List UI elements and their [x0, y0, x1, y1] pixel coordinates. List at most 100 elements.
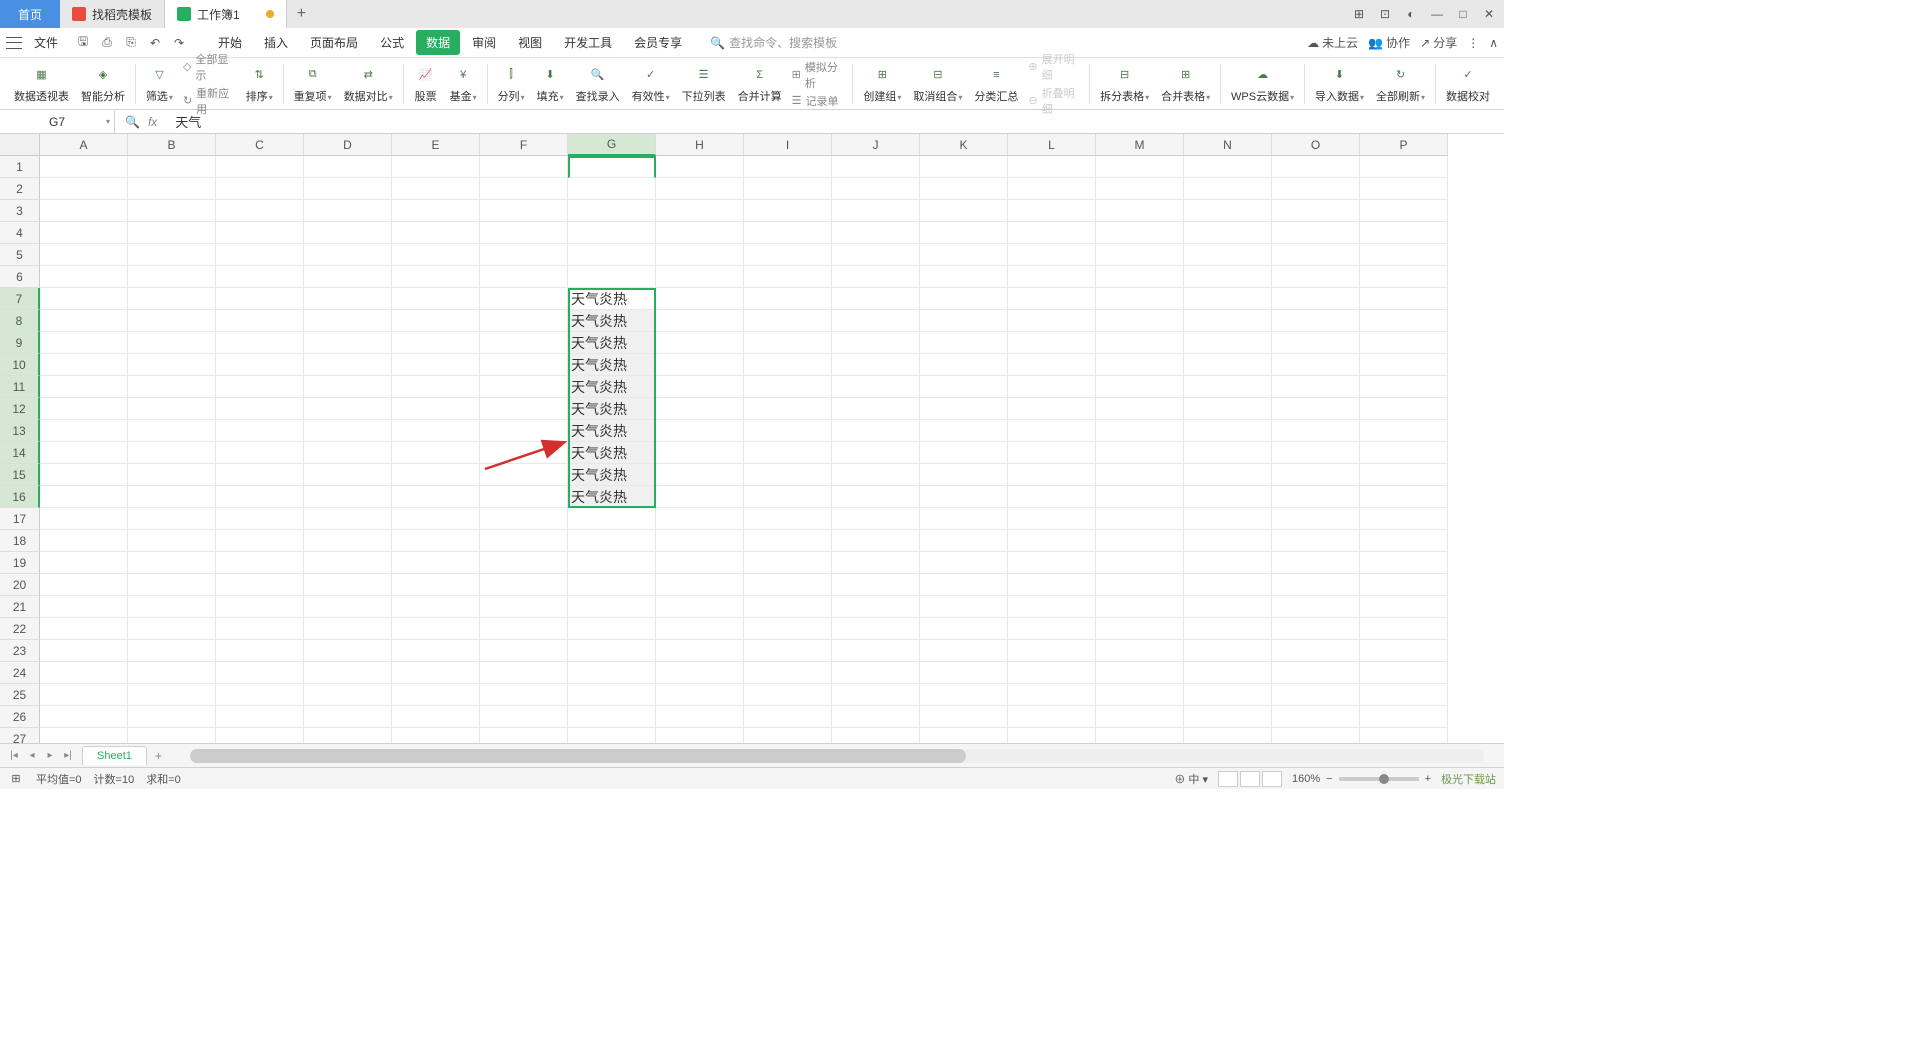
cell-E18[interactable]	[392, 530, 480, 552]
command-search[interactable]: 🔍 查找命令、搜索模板	[710, 34, 837, 51]
home-tab[interactable]: 首页	[0, 0, 60, 28]
cell-H14[interactable]	[656, 442, 744, 464]
cell-C15[interactable]	[216, 464, 304, 486]
cell-M10[interactable]	[1096, 354, 1184, 376]
cell-H27[interactable]	[656, 728, 744, 743]
col-header-P[interactable]: P	[1360, 134, 1448, 156]
tab-member[interactable]: 会员专享	[624, 30, 692, 55]
cell-I4[interactable]	[744, 222, 832, 244]
col-header-N[interactable]: N	[1184, 134, 1272, 156]
cell-A13[interactable]	[40, 420, 128, 442]
cell-P21[interactable]	[1360, 596, 1448, 618]
row-header-23[interactable]: 23	[0, 640, 40, 662]
cell-F8[interactable]	[480, 310, 568, 332]
data-proof-button[interactable]: ✓数据校对	[1440, 60, 1496, 108]
cell-P18[interactable]	[1360, 530, 1448, 552]
row-header-25[interactable]: 25	[0, 684, 40, 706]
cell-I19[interactable]	[744, 552, 832, 574]
cell-P8[interactable]	[1360, 310, 1448, 332]
cell-K8[interactable]	[920, 310, 1008, 332]
cell-F27[interactable]	[480, 728, 568, 743]
cell-P20[interactable]	[1360, 574, 1448, 596]
cell-O15[interactable]	[1272, 464, 1360, 486]
cell-F20[interactable]	[480, 574, 568, 596]
cell-O20[interactable]	[1272, 574, 1360, 596]
cell-O3[interactable]	[1272, 200, 1360, 222]
cell-F21[interactable]	[480, 596, 568, 618]
row-header-11[interactable]: 11	[0, 376, 40, 398]
cell-H22[interactable]	[656, 618, 744, 640]
cell-A8[interactable]	[40, 310, 128, 332]
cell-F24[interactable]	[480, 662, 568, 684]
cell-B2[interactable]	[128, 178, 216, 200]
cell-G3[interactable]	[568, 200, 656, 222]
tab-view[interactable]: 视图	[508, 30, 552, 55]
cell-N27[interactable]	[1184, 728, 1272, 743]
cell-K18[interactable]	[920, 530, 1008, 552]
cell-K7[interactable]	[920, 288, 1008, 310]
cell-O1[interactable]	[1272, 156, 1360, 178]
cell-N10[interactable]	[1184, 354, 1272, 376]
maximize-button[interactable]: □	[1454, 5, 1472, 23]
cell-H12[interactable]	[656, 398, 744, 420]
cell-O16[interactable]	[1272, 486, 1360, 508]
cell-C24[interactable]	[216, 662, 304, 684]
cell-P17[interactable]	[1360, 508, 1448, 530]
layout2-icon[interactable]: ⊡	[1376, 5, 1394, 23]
cell-E10[interactable]	[392, 354, 480, 376]
cell-E23[interactable]	[392, 640, 480, 662]
cell-O23[interactable]	[1272, 640, 1360, 662]
cell-A6[interactable]	[40, 266, 128, 288]
cell-E17[interactable]	[392, 508, 480, 530]
cell-P6[interactable]	[1360, 266, 1448, 288]
cell-B14[interactable]	[128, 442, 216, 464]
cell-F7[interactable]	[480, 288, 568, 310]
cell-C16[interactable]	[216, 486, 304, 508]
cell-M19[interactable]	[1096, 552, 1184, 574]
cell-N5[interactable]	[1184, 244, 1272, 266]
cell-K1[interactable]	[920, 156, 1008, 178]
cell-F23[interactable]	[480, 640, 568, 662]
cell-D6[interactable]	[304, 266, 392, 288]
status-mode-icon[interactable]: ⊞	[8, 771, 24, 787]
cell-P16[interactable]	[1360, 486, 1448, 508]
cell-I16[interactable]	[744, 486, 832, 508]
cell-F26[interactable]	[480, 706, 568, 728]
cell-B19[interactable]	[128, 552, 216, 574]
cell-J22[interactable]	[832, 618, 920, 640]
cell-A12[interactable]	[40, 398, 128, 420]
cell-I22[interactable]	[744, 618, 832, 640]
duplicates-button[interactable]: ⧉重复项▾	[288, 60, 338, 108]
cell-I7[interactable]	[744, 288, 832, 310]
row-header-21[interactable]: 21	[0, 596, 40, 618]
cell-G24[interactable]	[568, 662, 656, 684]
cell-K2[interactable]	[920, 178, 1008, 200]
cell-B5[interactable]	[128, 244, 216, 266]
row-header-13[interactable]: 13	[0, 420, 40, 442]
split-table-button[interactable]: ⊟拆分表格▾	[1094, 60, 1155, 108]
zoom-value[interactable]: 160%	[1292, 773, 1320, 785]
cell-F12[interactable]	[480, 398, 568, 420]
cell-K17[interactable]	[920, 508, 1008, 530]
cell-F1[interactable]	[480, 156, 568, 178]
cell-J3[interactable]	[832, 200, 920, 222]
cell-A10[interactable]	[40, 354, 128, 376]
cell-L25[interactable]	[1008, 684, 1096, 706]
cell-H16[interactable]	[656, 486, 744, 508]
cell-N7[interactable]	[1184, 288, 1272, 310]
cell-H11[interactable]	[656, 376, 744, 398]
cell-B17[interactable]	[128, 508, 216, 530]
row-header-6[interactable]: 6	[0, 266, 40, 288]
cell-I18[interactable]	[744, 530, 832, 552]
cell-N22[interactable]	[1184, 618, 1272, 640]
cell-N8[interactable]	[1184, 310, 1272, 332]
row-header-26[interactable]: 26	[0, 706, 40, 728]
cell-E13[interactable]	[392, 420, 480, 442]
cell-G20[interactable]	[568, 574, 656, 596]
cell-D26[interactable]	[304, 706, 392, 728]
collapse-ribbon-icon[interactable]: ∧	[1489, 36, 1498, 50]
view-break-icon[interactable]	[1262, 771, 1282, 787]
cell-O21[interactable]	[1272, 596, 1360, 618]
cell-C7[interactable]	[216, 288, 304, 310]
cell-B1[interactable]	[128, 156, 216, 178]
